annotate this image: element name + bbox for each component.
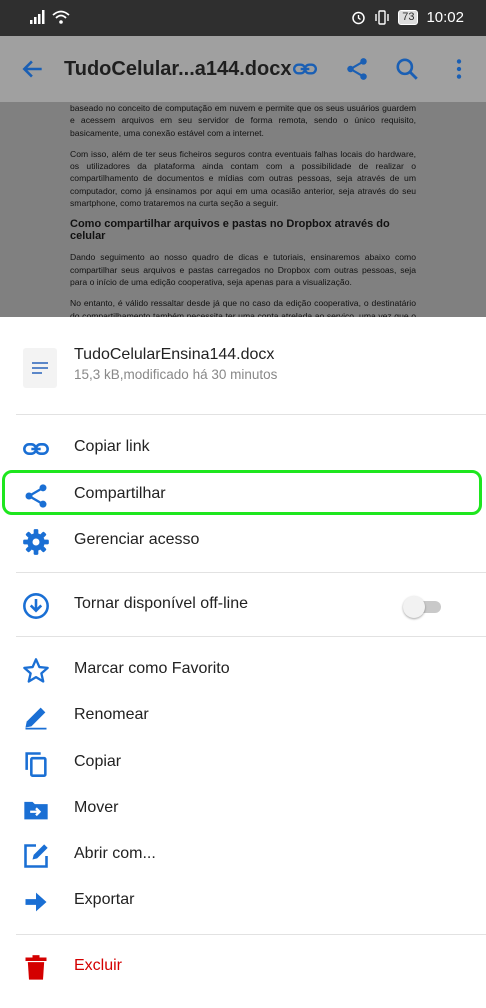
share-icon: [25, 484, 47, 508]
divider: [16, 414, 486, 415]
toggle-thumb: [403, 596, 425, 618]
alarm-icon: [352, 11, 365, 25]
toolbar-title: TudoCelular...a144.docx: [64, 58, 292, 80]
doc-paragraph: No entanto, é válido ressaltar desde já …: [70, 298, 416, 317]
back-arrow-icon[interactable]: [20, 56, 46, 82]
battery-indicator: 73: [398, 10, 419, 25]
link-icon: [23, 443, 49, 455]
favorite-item[interactable]: Marcar como Favorito: [0, 647, 486, 693]
divider: [16, 636, 486, 637]
move-label: Mover: [74, 799, 119, 816]
offline-download-icon: [23, 593, 49, 619]
export-item[interactable]: Exportar: [0, 878, 486, 924]
doc-paragraph: baseado no conceito de computação em nuv…: [70, 103, 416, 138]
manage-access-label: Gerenciar acesso: [74, 531, 200, 548]
document-file-icon: [23, 348, 57, 388]
wifi-icon: [52, 10, 70, 24]
document-preview: baseado no conceito de computação em nuv…: [0, 102, 486, 317]
delete-label: Excluir: [74, 957, 123, 974]
export-arrow-icon: [25, 892, 47, 912]
more-vert-icon[interactable]: [446, 56, 472, 82]
manage-access-item[interactable]: Gerenciar acesso: [0, 518, 486, 564]
status-bar: 73 10:02: [0, 0, 486, 36]
rename-label: Renomear: [74, 706, 149, 723]
pencil-icon: [25, 707, 47, 730]
divider: [16, 934, 486, 935]
file-header: TudoCelularEnsina144.docx 15,3 kB,modifi…: [0, 317, 486, 414]
search-icon[interactable]: [394, 56, 420, 82]
status-left: [30, 10, 70, 24]
doc-paragraph: Com isso, além de ter seus ficheiros seg…: [70, 148, 416, 209]
status-right: 73 10:02: [351, 9, 464, 26]
favorite-label: Marcar como Favorito: [74, 660, 230, 677]
delete-item[interactable]: Excluir: [0, 944, 486, 990]
link-icon[interactable]: [292, 56, 318, 82]
move-item[interactable]: Mover: [0, 786, 486, 832]
offline-toggle[interactable]: [403, 596, 441, 618]
bottom-sheet: TudoCelularEnsina144.docx 15,3 kB,modifi…: [0, 317, 486, 1008]
file-meta: 15,3 kB,modificado há 30 minutos: [74, 367, 278, 382]
move-folder-icon: [24, 801, 48, 820]
copy-label: Copiar: [74, 753, 122, 770]
clock: 10:02: [426, 9, 464, 26]
copy-icon: [25, 752, 47, 777]
rename-item[interactable]: Renomear: [0, 693, 486, 739]
share-label: Compartilhar: [74, 485, 166, 502]
offline-label: Tornar disponível off-line: [74, 595, 249, 612]
doc-heading: Como compartilhar arquivos e pastas no D…: [70, 218, 390, 243]
star-icon: [23, 658, 49, 683]
gear-icon: [23, 529, 49, 555]
share-icon[interactable]: [344, 56, 370, 82]
file-name: TudoCelularEnsina144.docx: [74, 346, 275, 363]
vibrate-icon: [375, 10, 389, 25]
copy-item[interactable]: Copiar: [0, 740, 486, 786]
divider: [16, 572, 486, 573]
share-item[interactable]: Compartilhar: [0, 472, 486, 518]
open-with-label: Abrir com...: [74, 845, 156, 862]
open-with-icon: [24, 844, 48, 868]
signal-icon: [30, 10, 45, 24]
export-label: Exportar: [74, 891, 135, 908]
open-with-item[interactable]: Abrir com...: [0, 832, 486, 878]
app-toolbar: TudoCelular...a144.docx: [0, 36, 486, 102]
offline-item[interactable]: Tornar disponível off-line: [0, 582, 486, 628]
copy-link-label: Copiar link: [74, 438, 150, 455]
copy-link-item[interactable]: Copiar link: [0, 425, 486, 471]
doc-paragraph: Dando seguimento ao nosso quadro de dica…: [70, 252, 416, 287]
trash-icon: [25, 955, 47, 980]
